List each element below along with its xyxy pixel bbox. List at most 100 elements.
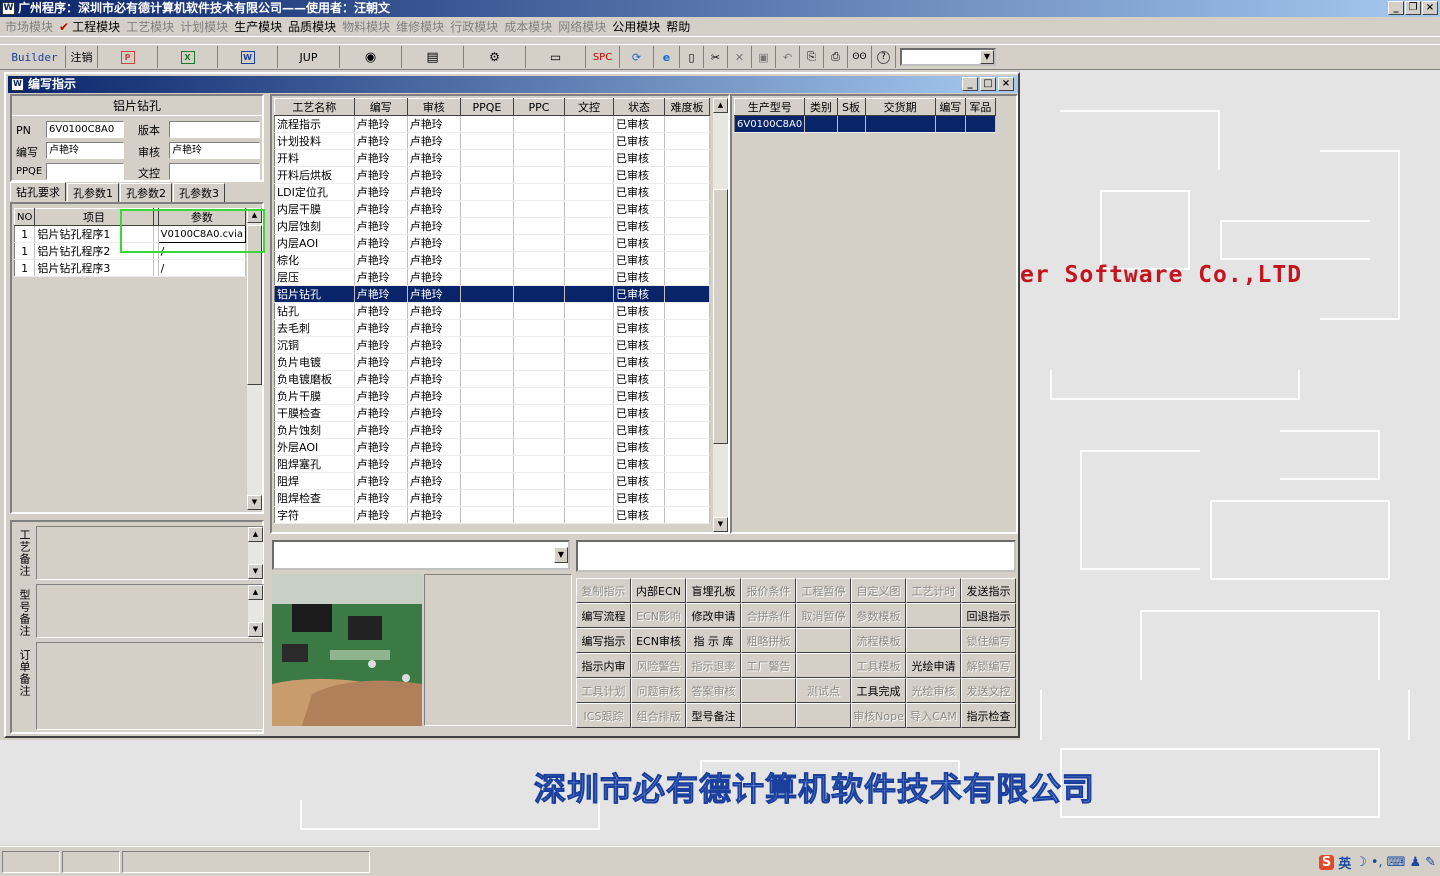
process-cell[interactable]: 卢艳玲 (407, 234, 461, 252)
process-cell[interactable] (564, 302, 614, 320)
process-row[interactable]: LDI定位孔 卢艳玲 卢艳玲 已审核 (274, 183, 710, 201)
process-cell[interactable] (513, 183, 565, 201)
menu-item-11[interactable]: 公用模块 (612, 18, 666, 35)
production-row[interactable]: 6V0100C8A0 (734, 115, 997, 133)
drill-row-item[interactable]: 铝片钻孔程序3 (34, 259, 154, 277)
process-row[interactable]: 钻孔 卢艳玲 卢艳玲 已审核 (274, 302, 710, 320)
action-button-8[interactable]: 编写流程 (576, 603, 631, 628)
process-cell[interactable]: 已审核 (613, 132, 666, 150)
production-col-2[interactable]: S板 (836, 98, 866, 116)
process-cell[interactable]: 内层AOI (274, 234, 355, 252)
process-cell[interactable] (664, 472, 710, 490)
process-cell[interactable]: 卢艳玲 (354, 353, 408, 371)
process-row[interactable]: 负片蚀刻 卢艳玲 卢艳玲 已审核 (274, 421, 710, 439)
process-cell[interactable]: 已审核 (613, 319, 666, 337)
process-scrollbar[interactable]: ▲ ▼ (712, 98, 728, 532)
action-button-31[interactable]: 解锁编写 (961, 653, 1016, 678)
process-cell[interactable]: 卢艳玲 (354, 132, 408, 150)
new-button[interactable]: ▯ (680, 46, 704, 68)
action-button-12[interactable]: 取消暂停 (796, 603, 851, 628)
process-cell[interactable] (564, 268, 614, 286)
bottom-text-field[interactable] (576, 540, 1016, 572)
drill-row-no[interactable]: 1 (14, 259, 36, 277)
process-cell[interactable] (664, 387, 710, 405)
process-cell[interactable] (460, 472, 514, 490)
process-cell[interactable] (664, 353, 710, 371)
menu-item-6[interactable]: 物料模块 (342, 18, 396, 35)
process-row[interactable]: 铝片钻孔 卢艳玲 卢艳玲 已审核 (274, 285, 710, 303)
process-cell[interactable]: 卢艳玲 (407, 183, 461, 201)
menu-item-12[interactable]: 帮助 (666, 18, 696, 35)
process-cell[interactable]: 卢艳玲 (354, 166, 408, 184)
jup-button[interactable]: JUP (278, 46, 340, 68)
scroll-up-icon[interactable]: ▲ (713, 98, 728, 113)
process-cell[interactable]: 已审核 (613, 115, 666, 133)
delete-button[interactable]: ✕ (728, 46, 752, 68)
process-cell[interactable]: 已审核 (613, 200, 666, 218)
process-cell[interactable] (664, 319, 710, 337)
process-cell[interactable]: 卢艳玲 (354, 149, 408, 167)
process-row[interactable]: 阻焊塞孔 卢艳玲 卢艳玲 已审核 (274, 455, 710, 473)
child-minimize-button[interactable]: _ (962, 77, 978, 91)
process-cell[interactable]: 已审核 (613, 455, 666, 473)
process-cell[interactable] (664, 302, 710, 320)
action-button-30[interactable]: 光绘申请 (906, 653, 961, 678)
process-cell[interactable]: 卢艳玲 (354, 421, 408, 439)
process-row[interactable]: 字符 卢艳玲 卢艳玲 已审核 (274, 506, 710, 524)
find-button[interactable]: ʘʘ (848, 46, 872, 68)
process-cell[interactable]: 流程指示 (274, 115, 355, 133)
process-cell[interactable] (664, 166, 710, 184)
process-cell[interactable] (564, 251, 614, 269)
process-cell[interactable]: 卢艳玲 (407, 353, 461, 371)
action-button-23[interactable]: 锁住编写 (961, 628, 1016, 653)
process-note-field[interactable]: ▲ ▼ (36, 526, 264, 580)
process-cell[interactable] (513, 132, 565, 150)
process-cell[interactable] (460, 149, 514, 167)
process-row[interactable]: 负片干膜 卢艳玲 卢艳玲 已审核 (274, 387, 710, 405)
process-cell[interactable]: 已审核 (613, 336, 666, 354)
process-cell[interactable]: 开料后烘板 (274, 166, 355, 184)
process-cell[interactable] (460, 132, 514, 150)
process-cell[interactable]: 棕化 (274, 251, 355, 269)
process-cell[interactable]: 干膜检查 (274, 404, 355, 422)
menu-item-4[interactable]: 生产模块 (234, 18, 288, 35)
menu-item-10[interactable]: 网络模块 (558, 18, 612, 35)
punctuation-icon[interactable]: •, (1371, 855, 1383, 870)
production-col-1[interactable]: 类别 (804, 98, 838, 116)
process-cell[interactable] (460, 336, 514, 354)
ppqe-field[interactable] (46, 163, 124, 180)
process-cell[interactable]: 负片干膜 (274, 387, 355, 405)
help-button[interactable]: ? (872, 46, 896, 68)
process-cell[interactable]: 已审核 (613, 438, 666, 456)
process-cell[interactable]: 卢艳玲 (407, 506, 461, 524)
action-button-4[interactable]: 工程暂停 (796, 578, 851, 603)
process-cell[interactable]: 已审核 (613, 251, 666, 269)
process-cell[interactable] (513, 370, 565, 388)
process-row[interactable]: 负电镀磨板 卢艳玲 卢艳玲 已审核 (274, 370, 710, 388)
process-cell[interactable] (513, 421, 565, 439)
process-cell[interactable] (460, 404, 514, 422)
process-cell[interactable] (564, 166, 614, 184)
action-button-3[interactable]: 报价条件 (741, 578, 796, 603)
process-cell[interactable] (564, 336, 614, 354)
action-button-5[interactable]: 自定义图 (851, 578, 906, 603)
process-cell[interactable] (513, 251, 565, 269)
production-cell[interactable] (935, 115, 966, 133)
process-cell[interactable]: 已审核 (613, 489, 666, 507)
menu-item-1[interactable]: ✔ 工程模块 (59, 18, 126, 35)
process-cell[interactable]: LDI定位孔 (274, 183, 355, 201)
process-cell[interactable] (513, 319, 565, 337)
action-button-9[interactable]: ECN影响 (631, 603, 686, 628)
process-cell[interactable]: 已审核 (613, 302, 666, 320)
process-cell[interactable]: 卢艳玲 (407, 319, 461, 337)
child-close-button[interactable]: × (998, 77, 1014, 91)
action-button-19[interactable]: 粗略拼板 (741, 628, 796, 653)
menu-item-8[interactable]: 行政模块 (450, 18, 504, 35)
process-row[interactable]: 负片电镀 卢艳玲 卢艳玲 已审核 (274, 353, 710, 371)
action-button-10[interactable]: 修改申请 (686, 603, 741, 628)
action-button-45[interactable]: 审核Nope (851, 703, 906, 728)
action-button-43[interactable] (741, 703, 796, 728)
toolbar-combo[interactable]: ▼ (900, 48, 996, 66)
drill-row-no[interactable]: 1 (14, 242, 36, 260)
action-button-35[interactable] (741, 678, 796, 703)
